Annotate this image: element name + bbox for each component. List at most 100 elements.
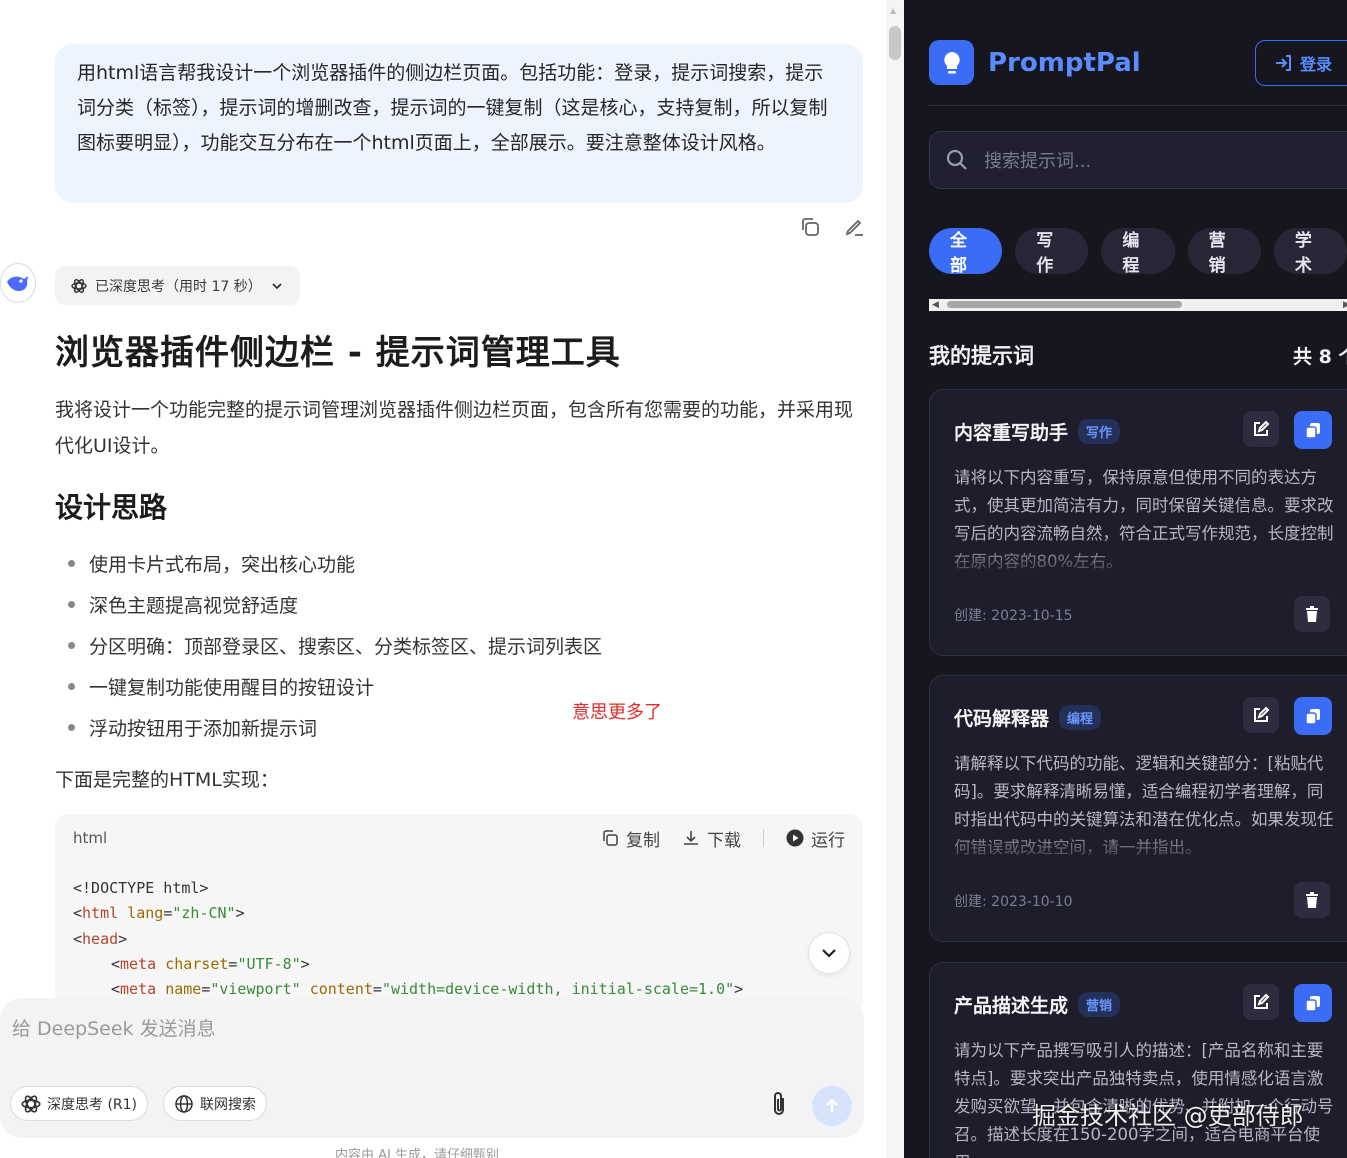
- trash-icon: [1306, 892, 1318, 908]
- category-scrollbar[interactable]: ◀ ▶: [929, 299, 1347, 311]
- copy-button[interactable]: [1294, 697, 1332, 735]
- list-item: 深色主题提高视觉舒适度: [68, 584, 602, 625]
- search-placeholder: 搜索提示词...: [984, 151, 1092, 172]
- message-composer: 给 DeepSeek 发送消息 深度思考 (R1) 联网搜索: [0, 998, 864, 1138]
- chat-scrollbar[interactable]: ▲: [886, 0, 904, 1158]
- thinking-label: 已深度思考（用时 17 秒）: [95, 278, 262, 295]
- list-item: 一键复制功能使用醒目的按钮设计: [68, 666, 602, 707]
- card-tag: 营销: [1078, 992, 1121, 1017]
- scroll-up-arrow[interactable]: ▲: [890, 6, 896, 15]
- brand: PromptPal: [929, 40, 1141, 85]
- edit-button[interactable]: [1243, 984, 1279, 1020]
- code-copy-button[interactable]: 复制: [601, 826, 660, 851]
- atom-icon: [21, 1094, 41, 1113]
- delete-button[interactable]: [1294, 882, 1330, 918]
- download-icon: [684, 831, 698, 845]
- response-title: 浏览器插件侧边栏 - 提示词管理工具: [55, 333, 621, 373]
- code-header: html 复制 下载 运行: [55, 814, 863, 862]
- code-line: <html lang="zh-CN">: [73, 904, 245, 923]
- scroll-left-arrow[interactable]: ◀: [932, 300, 939, 310]
- login-label: 登录: [1300, 55, 1333, 74]
- design-bullets: 使用卡片式布局，突出核心功能 深色主题提高视觉舒适度 分区明确：顶部登录区、搜索…: [68, 543, 602, 748]
- scrollbar-thumb[interactable]: [947, 301, 1182, 308]
- text-fade: [930, 826, 1347, 866]
- code-download-button[interactable]: 下载: [682, 826, 741, 851]
- prompt-card: 内容重写助手 写作 请将以下内容重写，保持原意但使用不同的表达方式，使其更加简洁…: [929, 389, 1347, 656]
- screen: 用html语言帮我设计一个浏览器插件的侧边栏页面。包括功能：登录，提示词搜索，提…: [0, 0, 1347, 1158]
- send-button[interactable]: [812, 1086, 852, 1126]
- red-annotation: 意思更多了: [572, 702, 662, 723]
- chat-pane: 用html语言帮我设计一个浏览器插件的侧边栏页面。包括功能：登录，提示词搜索，提…: [0, 0, 886, 1158]
- atom-icon: [71, 278, 87, 293]
- user-message: 用html语言帮我设计一个浏览器插件的侧边栏页面。包括功能：登录，提示词搜索，提…: [55, 44, 863, 203]
- list-item: 分区明确：顶部登录区、搜索区、分类标签区、提示词列表区: [68, 625, 602, 666]
- html-intro: 下面是完整的HTML实现：: [55, 769, 279, 791]
- deep-think-toggle[interactable]: 深度思考 (R1): [10, 1086, 149, 1121]
- divider: [929, 105, 1347, 106]
- brand-name: PromptPal: [988, 47, 1141, 78]
- lightbulb-icon: [929, 40, 974, 85]
- category-tabs: 全部 写作 编程 营销 学术: [929, 228, 1347, 276]
- play-icon: [786, 829, 804, 847]
- edit-button[interactable]: [1243, 697, 1279, 733]
- code-download-label: 下载: [707, 830, 741, 851]
- scroll-right-arrow[interactable]: ▶: [1343, 300, 1347, 310]
- thinking-toggle[interactable]: 已深度思考（用时 17 秒）: [55, 266, 300, 305]
- arrow-up-icon: [826, 1098, 838, 1112]
- category-coding[interactable]: 编程: [1101, 228, 1175, 276]
- card-title: 内容重写助手: [954, 422, 1069, 444]
- code-block: html 复制 下载 运行 <!DOCTYPE html> <html lang…: [55, 814, 863, 1014]
- card-tag: 编程: [1059, 705, 1102, 730]
- search-input[interactable]: 搜索提示词...: [929, 131, 1347, 189]
- edit-button[interactable]: [1243, 411, 1279, 447]
- scrollbar-thumb[interactable]: [889, 26, 901, 60]
- globe-icon: [175, 1094, 193, 1113]
- copy-icon: [1305, 709, 1320, 725]
- card-date: 创建: 2023-10-10: [954, 894, 1073, 910]
- list-item: 浮动按钮用于添加新提示词: [68, 707, 602, 748]
- scroll-down-button[interactable]: [808, 932, 850, 974]
- copy-message-icon[interactable]: [797, 214, 823, 240]
- copy-icon: [603, 830, 618, 846]
- login-button[interactable]: 登录: [1255, 40, 1347, 86]
- list-heading: 我的提示词: [929, 344, 1034, 368]
- watermark: 掘金技术社区 @吏部侍郎: [1032, 1102, 1304, 1130]
- edit-icon: [1254, 993, 1270, 1009]
- card-header: 代码解释器 编程: [954, 704, 1102, 731]
- category-all[interactable]: 全部: [929, 228, 1003, 276]
- copy-button[interactable]: [1294, 984, 1332, 1022]
- deep-think-label: 深度思考 (R1): [47, 1096, 138, 1113]
- sign-in-icon: [1276, 55, 1291, 71]
- code-run-button[interactable]: 运行: [786, 826, 845, 851]
- category-writing[interactable]: 写作: [1015, 228, 1089, 276]
- copy-icon: [1305, 996, 1320, 1012]
- chevron-down-icon: [272, 282, 282, 289]
- prompt-card: 代码解释器 编程 请解释以下代码的功能、逻辑和关键部分：[粘贴代码]。要求解释清…: [929, 675, 1347, 942]
- delete-button[interactable]: [1294, 596, 1330, 632]
- category-academic[interactable]: 学术: [1273, 228, 1347, 276]
- code-line: <!DOCTYPE html>: [73, 879, 209, 897]
- card-title: 产品描述生成: [954, 995, 1069, 1017]
- text-fade: [930, 540, 1347, 580]
- edit-message-icon[interactable]: [841, 214, 867, 240]
- message-input[interactable]: 给 DeepSeek 发送消息: [12, 1014, 216, 1041]
- code-run-label: 运行: [811, 830, 845, 851]
- response-intro: 我将设计一个功能完整的提示词管理浏览器插件侧边栏页面，包含所有您需要的功能，并采…: [55, 399, 854, 457]
- code-line: <head>: [73, 929, 128, 948]
- chevron-down-icon: [822, 949, 836, 958]
- copy-button[interactable]: [1294, 411, 1332, 449]
- divider: [763, 829, 764, 847]
- deepseek-avatar-icon: [0, 263, 36, 303]
- design-heading: 设计思路: [55, 491, 168, 524]
- code-language: html: [73, 829, 108, 847]
- card-header: 产品描述生成 营销: [954, 991, 1121, 1018]
- category-marketing[interactable]: 营销: [1187, 228, 1261, 276]
- code-copy-label: 复制: [626, 830, 660, 851]
- web-search-toggle[interactable]: 联网搜索: [163, 1086, 267, 1121]
- card-tag: 写作: [1078, 419, 1121, 444]
- list-count: 共 8 个: [1293, 346, 1347, 368]
- code-line: <meta charset="UTF-8">: [111, 954, 310, 973]
- attach-icon[interactable]: [764, 1088, 794, 1120]
- search-icon: [946, 149, 967, 170]
- card-header: 内容重写助手 写作: [954, 418, 1121, 445]
